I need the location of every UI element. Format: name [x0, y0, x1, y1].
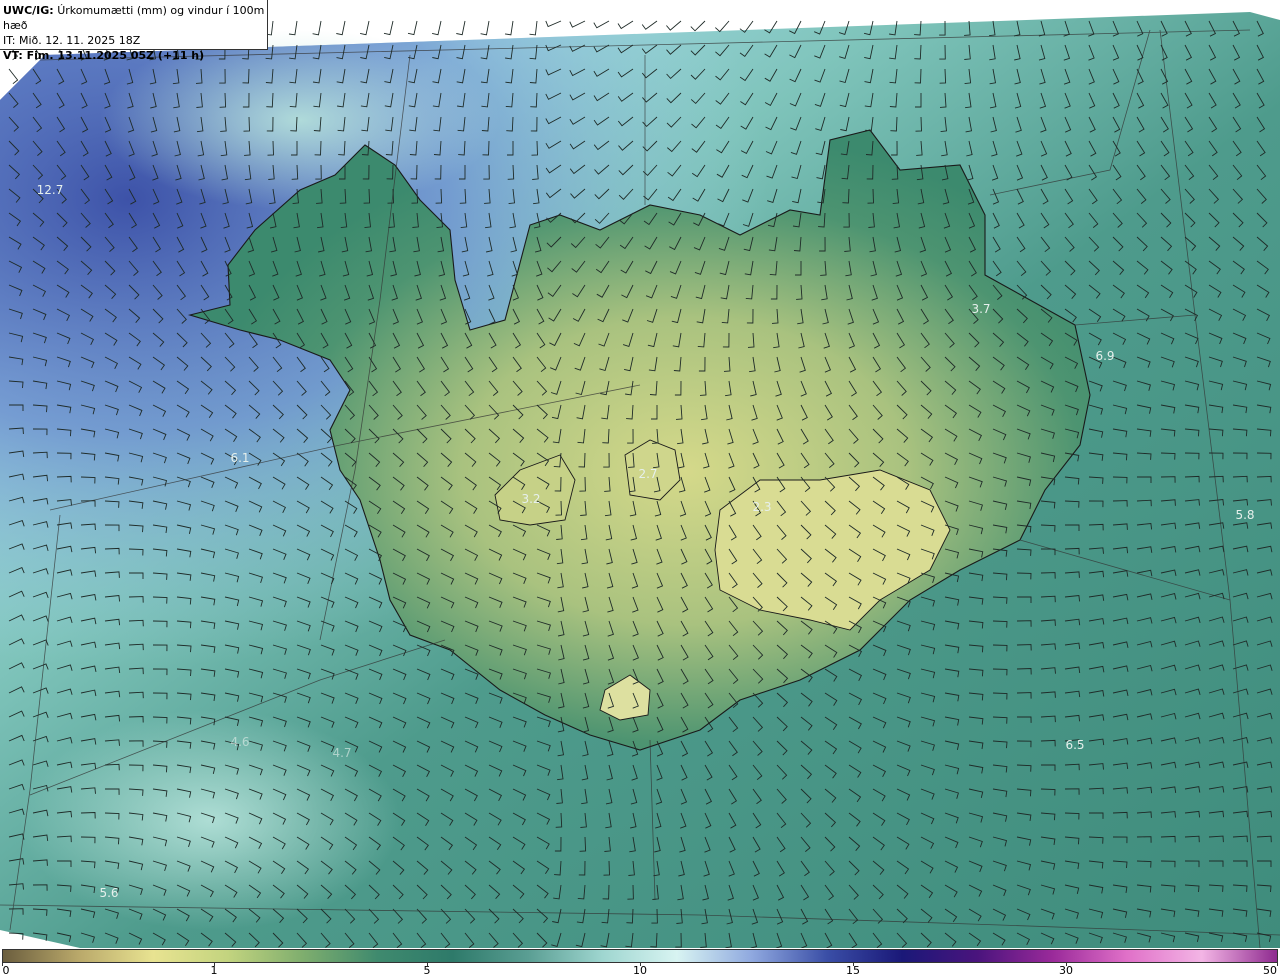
map-area: UWC/IG: Úrkomumætti (mm) og vindur í 100…: [0, 0, 1280, 948]
value-label: 3.2: [521, 492, 541, 506]
value-label: 5.8: [1235, 508, 1255, 522]
value-label: 4.6: [230, 735, 250, 749]
value-label: 2.7: [638, 467, 658, 481]
product-code: UWC/IG:: [3, 4, 54, 17]
value-label: 6.5: [1065, 738, 1085, 752]
colorbar-label: 1: [210, 964, 218, 977]
value-label: 12.7: [36, 183, 64, 197]
issue-time: IT: Mið. 12. 11. 2025 18Z: [3, 34, 141, 47]
valid-time: VT: Fim. 13.11.2025 05Z (+11 h): [3, 49, 205, 62]
colorbar-tick: [1277, 963, 1278, 966]
colorbar: 0 1 5 10 15 30 50: [0, 948, 1280, 978]
colorbar-label: 30: [1059, 964, 1073, 977]
value-label: 4.7: [332, 746, 352, 760]
title-box: UWC/IG: Úrkomumætti (mm) og vindur í 100…: [0, 0, 268, 62]
colorbar-label: 0: [2, 964, 10, 977]
colorbar-strip: [2, 949, 1278, 963]
value-label: 6.9: [1095, 349, 1115, 363]
colorbar-label: 5: [423, 964, 431, 977]
value-label: 3.7: [971, 302, 991, 316]
value-label: 2.3: [752, 500, 772, 514]
colorbar-label: 50: [1263, 964, 1277, 977]
value-label: 6.1: [230, 451, 250, 465]
colorbar-label: 10: [633, 964, 647, 977]
colorbar-label: 15: [846, 964, 860, 977]
value-label: 5.6: [99, 886, 119, 900]
